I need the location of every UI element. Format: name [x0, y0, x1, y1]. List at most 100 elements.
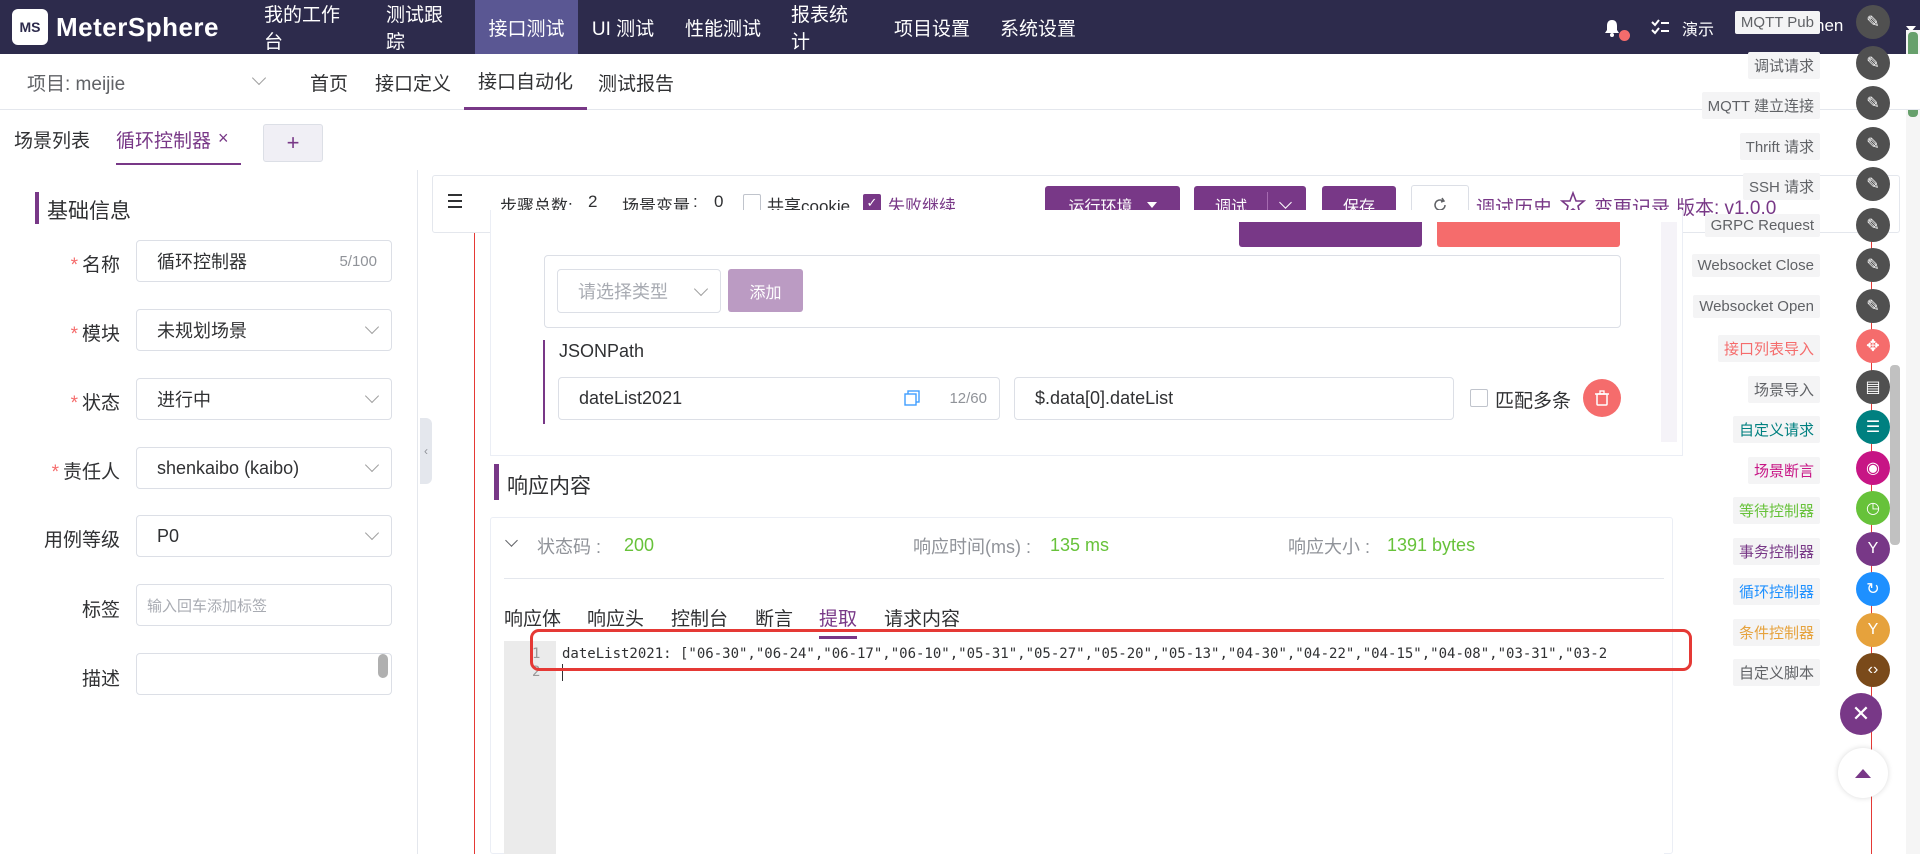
panel-scrollbar-thumb[interactable]: [1890, 365, 1900, 545]
extract-scroll-area[interactable]: [1661, 222, 1677, 442]
variable-counter: 12/60: [949, 390, 987, 407]
pen-icon[interactable]: ✎: [1856, 248, 1890, 282]
copy-icon[interactable]: [904, 390, 920, 406]
level-label: 用例等级: [43, 530, 120, 551]
tab-console[interactable]: 控制台: [671, 604, 728, 631]
nav-ui-test[interactable]: UI 测试: [578, 0, 668, 54]
fork-icon[interactable]: Y: [1856, 612, 1890, 647]
menu-icon[interactable]: [446, 192, 464, 210]
add-tab-button[interactable]: +: [263, 124, 323, 162]
extract-add-button[interactable]: 添加: [728, 269, 803, 312]
sliders-icon[interactable]: ☰: [1856, 410, 1890, 444]
jsonpath-expression-input[interactable]: $.data[0].dateList: [1014, 377, 1454, 420]
side-menu-label[interactable]: MQTT Pub: [1734, 11, 1820, 34]
nav-report-stats[interactable]: 报表统计: [778, 0, 878, 54]
jsonpath-variable-input[interactable]: dateList2021 12/60: [558, 377, 1000, 420]
subnav-home[interactable]: 首页: [310, 54, 348, 110]
tab-loop-controller-label: 循环控制器: [116, 131, 212, 152]
side-menu-label[interactable]: 接口列表导入: [1717, 335, 1820, 362]
pen-icon[interactable]: ✎: [1856, 167, 1890, 201]
side-menu-label[interactable]: Websocket Close: [1691, 254, 1820, 277]
owner-select[interactable]: shenkaibo (kaibo): [136, 447, 392, 489]
jsonpath-marker: [543, 340, 545, 424]
side-menu-label[interactable]: MQTT 建立连接: [1701, 92, 1820, 119]
film-icon[interactable]: ▤: [1856, 369, 1890, 404]
side-menu-label[interactable]: GRPC Request: [1704, 213, 1820, 237]
module-select[interactable]: 未规划场景: [136, 309, 392, 351]
response-marker: [494, 464, 499, 500]
side-menu-label[interactable]: 自定义请求: [1732, 416, 1820, 443]
side-menu-label[interactable]: 调试请求: [1747, 51, 1820, 79]
nav-project-settings[interactable]: 项目设置: [878, 0, 986, 54]
side-menu-label[interactable]: 事务控制器: [1732, 537, 1820, 565]
pen-icon[interactable]: ✎: [1856, 207, 1890, 242]
textarea-scrollbar[interactable]: [378, 654, 388, 678]
pen-icon[interactable]: ✎: [1856, 86, 1890, 120]
task-list-icon[interactable]: [1650, 18, 1670, 38]
tab-request-content[interactable]: 请求内容: [884, 604, 960, 631]
nav-api-test[interactable]: 接口测试: [475, 0, 578, 54]
back-to-top-button[interactable]: [1838, 748, 1888, 798]
steps-total-value: 2: [588, 192, 598, 211]
module-label: * 模块: [70, 324, 120, 345]
side-menu-label[interactable]: 自定义脚本: [1732, 659, 1820, 686]
pen-icon[interactable]: ✎: [1856, 5, 1890, 39]
status-code-value: 200: [624, 535, 655, 555]
match-multiple-checkbox[interactable]: [1470, 389, 1488, 407]
level-select[interactable]: P0: [136, 515, 392, 557]
assert-icon[interactable]: ◉: [1856, 450, 1890, 485]
clock-icon[interactable]: ◷: [1856, 491, 1890, 525]
tags-input[interactable]: 输入回车添加标签: [136, 584, 392, 626]
nav-my-workbench[interactable]: 我的工作台: [251, 0, 363, 54]
chevron-down-icon: [364, 457, 380, 473]
subnav-api-definition[interactable]: 接口定义: [375, 54, 451, 110]
status-select[interactable]: 进行中: [136, 378, 392, 420]
status-code-label: 状态码 :: [537, 537, 602, 557]
description-textarea[interactable]: [136, 653, 392, 695]
nav-test-tracking[interactable]: 测试跟踪: [373, 0, 473, 54]
response-size-label: 响应大小 :: [1288, 537, 1371, 557]
project-selector-label[interactable]: 项目: meijie: [27, 54, 125, 110]
response-divider: [504, 578, 1664, 579]
side-menu-label[interactable]: 场景断言: [1747, 456, 1820, 484]
response-time-value: 135 ms: [1050, 535, 1110, 555]
match-multiple-label[interactable]: 匹配多条: [1495, 386, 1571, 413]
jsonpath-clear-button[interactable]: [1437, 222, 1620, 247]
side-menu-label[interactable]: 等待控制器: [1732, 497, 1820, 524]
move-icon[interactable]: ✥: [1856, 329, 1890, 363]
tab-response-headers[interactable]: 响应头: [587, 604, 644, 631]
collapse-handle[interactable]: ‹: [420, 418, 432, 484]
side-menu-label[interactable]: 循环控制器: [1732, 578, 1820, 605]
loop-icon[interactable]: ↻: [1856, 572, 1890, 606]
branch-icon[interactable]: Y: [1856, 531, 1890, 566]
page-scrollbar-track[interactable]: [1906, 30, 1920, 854]
subnav-api-automation[interactable]: 接口自动化: [464, 54, 588, 110]
nav-system-settings[interactable]: 系统设置: [986, 0, 1090, 54]
response-title: 响应内容: [507, 475, 591, 498]
code-editor[interactable]: [504, 641, 1664, 854]
side-menu-label[interactable]: 场景导入: [1747, 375, 1820, 403]
nav-performance-test[interactable]: 性能测试: [668, 0, 778, 54]
side-menu-label[interactable]: Websocket Open: [1693, 294, 1820, 318]
tab-scene-list[interactable]: 场景列表: [14, 126, 90, 153]
side-menu-label[interactable]: SSH 请求: [1742, 173, 1820, 200]
side-menu-label[interactable]: Thrift 请求: [1739, 132, 1820, 160]
tab-response-body[interactable]: 响应体: [504, 604, 561, 631]
subnav-test-report[interactable]: 测试报告: [598, 54, 674, 110]
name-input[interactable]: 循环控制器 5/100: [136, 240, 392, 282]
scene-variables-colon: :: [693, 192, 698, 211]
close-menu-button[interactable]: ✕: [1840, 693, 1882, 735]
jsonpath-recommend-button[interactable]: [1239, 222, 1422, 247]
extract-type-select[interactable]: 请选择类型: [557, 269, 721, 313]
delete-button[interactable]: [1583, 379, 1621, 417]
pen-icon[interactable]: ✎: [1856, 45, 1890, 80]
app-logo[interactable]: MS MeterSphere: [12, 7, 219, 47]
demo-label[interactable]: 演示: [1682, 16, 1714, 40]
code-icon[interactable]: ‹›: [1856, 653, 1890, 687]
side-menu-label[interactable]: 条件控制器: [1732, 618, 1820, 646]
pen-icon[interactable]: ✎: [1856, 126, 1890, 161]
tab-assertions[interactable]: 断言: [755, 604, 793, 631]
close-icon[interactable]: ×: [218, 128, 229, 149]
tab-extract[interactable]: 提取: [819, 604, 857, 631]
pen-icon[interactable]: ✎: [1856, 288, 1890, 323]
